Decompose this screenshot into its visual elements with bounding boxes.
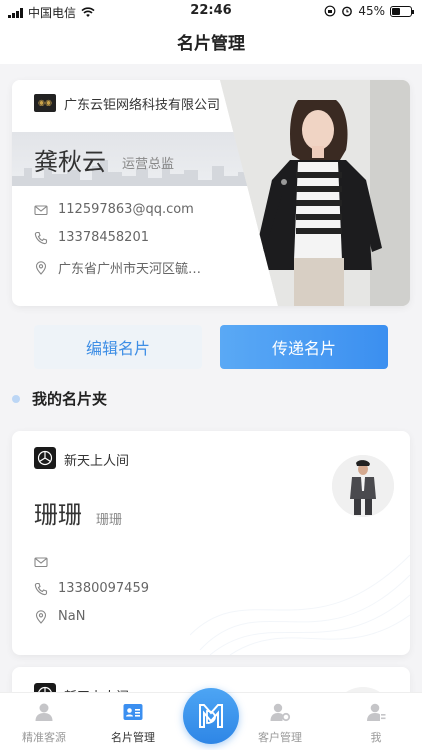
mail-icon	[34, 204, 48, 215]
location-icon	[35, 260, 47, 275]
card-icon	[123, 704, 143, 720]
card-email: 112597863@qq.com	[58, 202, 194, 217]
wave-decoration	[190, 554, 410, 655]
card-address: 广东省广州市天河区毓…	[58, 262, 202, 277]
card-email-row: 112597863@qq.com	[34, 202, 194, 217]
battery-icon	[390, 5, 414, 17]
page-title: 名片管理	[177, 34, 245, 54]
nav-bar: 名片管理	[0, 24, 422, 64]
company-logo-icon: ◉◉	[34, 94, 56, 112]
tab-me[interactable]: 我	[334, 701, 418, 745]
card-folder-heading: 我的名片夹	[12, 388, 107, 409]
my-business-card[interactable]: ◉◉ 广东云钜网络科技有限公司 龚秋云 运营总监 112597863@qq.co…	[12, 80, 410, 306]
tab-label: 精准客源	[22, 731, 66, 744]
card-company: 广东云钜网络科技有限公司	[64, 98, 221, 113]
card-person-title: 运营总监	[122, 157, 175, 172]
folder-phone-row: 13380097459	[34, 581, 149, 596]
tab-precise-leads[interactable]: 精准客源	[2, 701, 86, 745]
profile-photo	[220, 80, 410, 306]
rotation-lock-icon	[324, 5, 336, 17]
center-logo-button[interactable]	[183, 688, 239, 744]
section-title-text: 我的名片夹	[32, 390, 108, 408]
phone-icon	[34, 582, 48, 595]
phone-icon	[34, 231, 48, 244]
person-icon	[35, 703, 53, 721]
mail-icon	[34, 557, 48, 568]
status-right: 45%	[324, 4, 414, 18]
send-card-button[interactable]: 传递名片	[220, 325, 388, 369]
tab-label: 我	[370, 731, 382, 744]
status-bar: 中国电信 22:46 45%	[0, 0, 422, 24]
logo-icon	[199, 704, 223, 728]
tab-label: 名片管理	[111, 731, 155, 744]
tab-label: 客户管理	[258, 731, 302, 744]
folder-card-phone: 13380097459	[58, 581, 149, 596]
folder-card-company: 新天上人间	[64, 454, 130, 469]
edit-card-button[interactable]: 编辑名片	[34, 325, 202, 369]
card-phone: 13378458201	[58, 230, 149, 245]
profile-photo-illustration	[220, 80, 410, 306]
tab-card-management[interactable]: 名片管理	[91, 701, 175, 745]
folder-card-name: 珊珊	[34, 501, 82, 529]
card-phone-row: 13378458201	[34, 230, 149, 245]
avatar	[332, 455, 394, 517]
card-address-row: 广东省广州市天河区毓…	[34, 258, 201, 277]
battery-percent: 45%	[358, 4, 385, 18]
alarm-icon	[342, 6, 353, 17]
tab-customer-management[interactable]: 客户管理	[238, 701, 322, 745]
customer-manage-icon	[270, 703, 291, 722]
folder-address-row: NaN	[34, 609, 85, 624]
folder-card-title: 珊珊	[96, 513, 123, 528]
folder-email-row	[34, 555, 58, 569]
card-person-name: 龚秋云	[34, 148, 106, 176]
mercedes-logo-icon	[34, 447, 56, 469]
folder-card[interactable]: 新天上人间 珊珊 珊珊 13380097459 NaN	[12, 431, 410, 655]
folder-card-address: NaN	[58, 609, 86, 624]
me-icon	[367, 703, 386, 721]
location-icon	[35, 609, 47, 624]
bullet-dot-icon	[12, 394, 20, 403]
